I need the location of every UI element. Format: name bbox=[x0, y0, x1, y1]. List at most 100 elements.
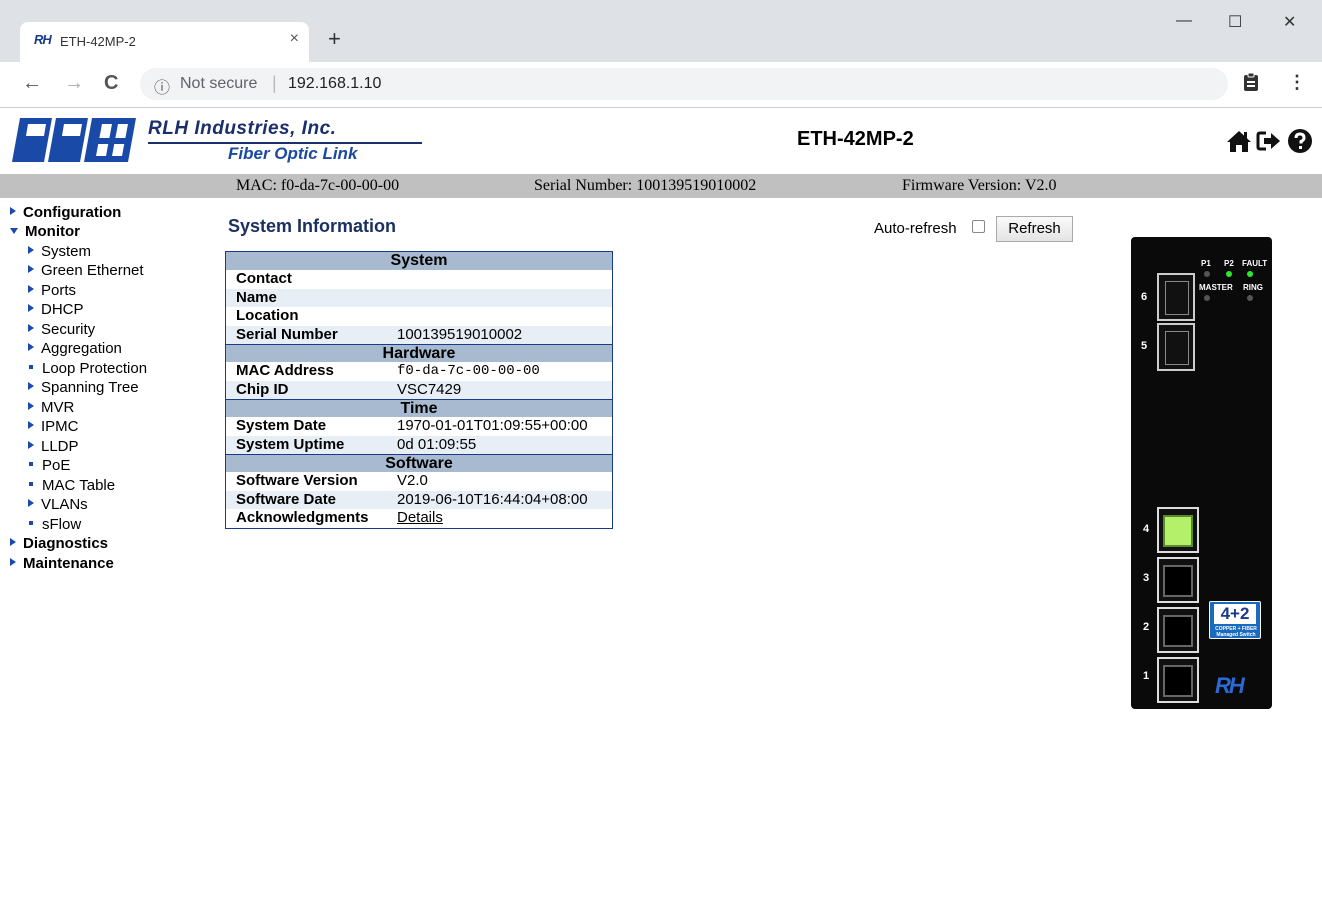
table-row: Contact bbox=[226, 270, 612, 289]
mac-info: MAC: f0-da-7c-00-00-00 bbox=[236, 177, 400, 194]
close-window-button[interactable]: ✕ bbox=[1283, 12, 1296, 32]
menu-item-sflow[interactable]: sFlow bbox=[28, 516, 81, 533]
expand-icon bbox=[28, 421, 34, 429]
home-icon[interactable] bbox=[1226, 128, 1252, 154]
leaf-bullet-icon bbox=[29, 462, 33, 466]
row-key: System Date bbox=[236, 417, 327, 434]
new-tab-button[interactable]: + bbox=[328, 26, 341, 52]
browser-tab[interactable]: RH ETH-42MP-2 × bbox=[20, 22, 309, 62]
tab-title: ETH-42MP-2 bbox=[60, 34, 136, 49]
row-value: 100139519010002 bbox=[397, 325, 523, 343]
browser-toolbar: ← → C ⓘ Not secure | 192.168.1.10 ⋮ bbox=[0, 62, 1322, 108]
leaf-bullet-icon bbox=[29, 365, 33, 369]
led-p1 bbox=[1204, 271, 1210, 277]
menu-maintenance[interactable]: Maintenance bbox=[10, 555, 114, 572]
table-row: Location bbox=[226, 307, 612, 326]
port-number: 6 bbox=[1141, 291, 1148, 303]
led-label-p2: P2 bbox=[1224, 259, 1234, 268]
table-row: Name bbox=[226, 288, 612, 307]
led-master bbox=[1204, 295, 1210, 301]
expand-icon bbox=[28, 343, 34, 351]
menu-diagnostics[interactable]: Diagnostics bbox=[10, 535, 108, 552]
reload-icon[interactable]: C bbox=[104, 72, 118, 95]
row-value: VSC7429 bbox=[397, 380, 462, 398]
group-header-hardware: Hardware bbox=[226, 344, 612, 362]
firmware-info: Firmware Version: V2.0 bbox=[902, 177, 1057, 194]
back-icon[interactable]: ← bbox=[22, 72, 42, 95]
page-title: System Information bbox=[228, 216, 397, 236]
led-p2 bbox=[1226, 271, 1232, 277]
menu-item-ports[interactable]: Ports bbox=[28, 282, 76, 299]
menu-item-dhcp[interactable]: DHCP bbox=[28, 301, 84, 318]
tab-close-icon[interactable]: × bbox=[290, 30, 299, 48]
maximize-button[interactable]: ☐ bbox=[1228, 12, 1242, 32]
table-row: System Uptime 0d 01:09:55 bbox=[226, 435, 612, 454]
group-header-time: Time bbox=[226, 399, 612, 417]
logout-icon[interactable] bbox=[1256, 128, 1282, 154]
browser-menu-icon[interactable]: ⋮ bbox=[1288, 72, 1306, 93]
port-jack bbox=[1163, 515, 1193, 547]
row-key: Software Version bbox=[236, 472, 358, 489]
auto-refresh-checkbox[interactable] bbox=[972, 220, 985, 233]
browser-titlebar: RH ETH-42MP-2 × + — ☐ ✕ bbox=[0, 0, 1322, 62]
menu-item-vlans[interactable]: VLANs bbox=[28, 496, 88, 513]
menu-item-ipmc[interactable]: IPMC bbox=[28, 418, 79, 435]
rj45-port-1 bbox=[1157, 657, 1199, 703]
expand-icon bbox=[28, 285, 34, 293]
address-bar[interactable]: ⓘ Not secure | 192.168.1.10 bbox=[140, 68, 1228, 100]
rj45-port-4 bbox=[1157, 507, 1199, 553]
info-icon[interactable]: ⓘ bbox=[154, 74, 170, 98]
menu-monitor[interactable]: Monitor bbox=[10, 223, 80, 240]
favicon-icon: RH bbox=[34, 32, 52, 47]
row-key: Serial Number bbox=[236, 325, 338, 343]
security-status: Not secure bbox=[180, 75, 258, 92]
menu-item-system[interactable]: System bbox=[28, 243, 91, 260]
row-key: Chip ID bbox=[236, 380, 289, 398]
port-jack bbox=[1163, 615, 1193, 647]
port-number: 1 bbox=[1143, 670, 1150, 682]
help-icon[interactable] bbox=[1287, 128, 1313, 154]
port-number: 3 bbox=[1143, 572, 1150, 584]
menu-item-aggregation[interactable]: Aggregation bbox=[28, 340, 122, 357]
url-text[interactable]: 192.168.1.10 bbox=[288, 75, 381, 93]
menu-item-poe[interactable]: PoE bbox=[28, 457, 70, 474]
expand-icon bbox=[28, 265, 34, 273]
menu-item-mvr[interactable]: MVR bbox=[28, 399, 74, 416]
product-title: ETH-42MP-2 bbox=[797, 128, 914, 150]
port-jack bbox=[1163, 565, 1193, 597]
port-number: 2 bbox=[1143, 621, 1150, 633]
rlh-logo bbox=[12, 118, 136, 162]
menu-item-green-ethernet[interactable]: Green Ethernet bbox=[28, 262, 144, 279]
port-number: 4 bbox=[1143, 523, 1150, 535]
row-value: 2019-06-10T16:44:04+08:00 bbox=[397, 490, 588, 508]
row-key: MAC Address bbox=[236, 362, 334, 379]
menu-item-spanning-tree[interactable]: Spanning Tree bbox=[28, 379, 139, 396]
row-key: Software Date bbox=[236, 490, 337, 508]
row-value: V2.0 bbox=[397, 472, 428, 489]
menu-item-lldp[interactable]: LLDP bbox=[28, 438, 79, 455]
rj45-port-2 bbox=[1157, 607, 1199, 653]
port-jack bbox=[1163, 665, 1193, 697]
expand-icon bbox=[28, 441, 34, 449]
led-fault bbox=[1247, 271, 1253, 277]
menu-item-loop-protection[interactable]: Loop Protection bbox=[28, 360, 147, 377]
row-key: System Uptime bbox=[236, 435, 345, 453]
page: RLH Industries, Inc. Fiber Optic Link ET… bbox=[0, 108, 1322, 901]
minimize-button[interactable]: — bbox=[1176, 12, 1192, 30]
badge-number: 4+2 bbox=[1214, 604, 1256, 624]
expand-icon bbox=[28, 304, 34, 312]
row-key: Location bbox=[236, 307, 299, 324]
sfp-port-6 bbox=[1157, 273, 1195, 321]
leaf-bullet-icon bbox=[29, 482, 33, 486]
forward-icon[interactable]: → bbox=[64, 72, 84, 95]
row-value: 1970-01-01T01:09:55+00:00 bbox=[397, 417, 588, 434]
led-label-fault: FAULT bbox=[1242, 259, 1268, 268]
acknowledgments-details-link[interactable]: Details bbox=[397, 509, 443, 527]
refresh-button[interactable]: Refresh bbox=[996, 216, 1073, 242]
clipboard-icon[interactable] bbox=[1243, 72, 1259, 97]
row-key: Acknowledgments bbox=[236, 509, 369, 526]
menu-configuration[interactable]: Configuration bbox=[10, 204, 121, 221]
menu-item-mac-table[interactable]: MAC Table bbox=[28, 477, 115, 494]
expand-icon bbox=[10, 558, 16, 566]
menu-item-security[interactable]: Security bbox=[28, 321, 95, 338]
